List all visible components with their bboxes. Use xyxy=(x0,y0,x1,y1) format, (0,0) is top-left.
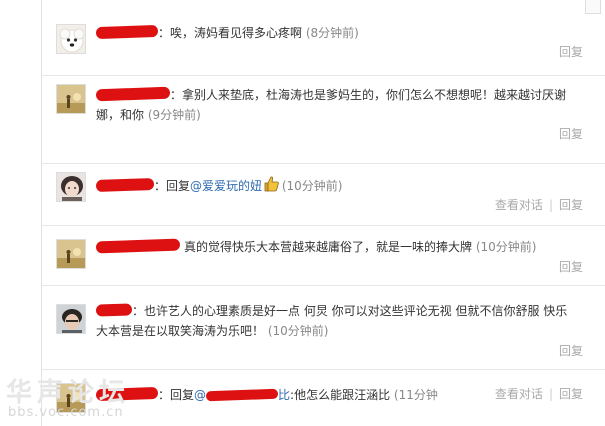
avatar[interactable] xyxy=(56,239,86,269)
comment-time: (8分钟前) xyxy=(305,26,359,40)
comment-text: ：回复@ 比:他怎么能跟汪涵比 (11分钟 xyxy=(96,385,495,405)
mention-link[interactable]: @ 比 xyxy=(194,388,290,402)
reply-link[interactable]: 回复 xyxy=(559,198,583,212)
avatar-girl-photo-image xyxy=(57,173,85,201)
comment-actions: 回复 xyxy=(559,43,583,60)
comment-body: ：也许艺人的心理素质是好一点 何炅 你可以对这些评论无视 但就不信你舒服 快乐大… xyxy=(96,304,568,338)
comment-time: (10分钟前) xyxy=(267,324,329,338)
comment-body: 真的觉得快乐大本营越来越庸俗了，就是一味的捧大牌 xyxy=(184,240,473,254)
redacted-mention xyxy=(205,388,279,402)
watermark-logo: 华声论坛 xyxy=(6,378,131,408)
comment-actions: 查看对话 | 回复 xyxy=(495,196,583,213)
avatar[interactable] xyxy=(56,84,86,114)
comment-text: ：唉，涛妈看见得多心疼啊 (8分钟前) xyxy=(95,23,577,43)
view-conversation-link[interactable]: 查看对话 xyxy=(495,387,543,401)
avatar-sunset-figure-image xyxy=(57,240,85,268)
top-edge xyxy=(0,0,605,14)
comment-item-1: ：唉，涛妈看见得多心疼啊 (8分钟前) 回复 xyxy=(42,14,605,76)
reply-link[interactable]: 回复 xyxy=(559,45,583,59)
comment-text: ：回复@爱爱玩的妞 (10分钟前) xyxy=(95,175,577,196)
scrollbar-stub[interactable] xyxy=(585,0,601,14)
comment-actions: 回复 xyxy=(559,258,583,275)
avatar-boy-photo-image xyxy=(57,305,85,333)
mention-suffix: 比 xyxy=(278,388,291,402)
view-conversation-link[interactable]: 查看对话 xyxy=(495,198,543,212)
redacted-username[interactable] xyxy=(95,303,133,317)
comment-body: :他怎么能跟汪涵比 xyxy=(290,388,391,402)
reply-link[interactable]: 回复 xyxy=(559,127,583,141)
comment-item-2: ：拿别人来垫底，杜海涛也是爹妈生的，你们怎么不想想呢！越来越讨厌谢娜，和你 (9… xyxy=(42,76,605,164)
avatar[interactable] xyxy=(56,172,86,202)
comment-item-3: ：回复@爱爱玩的妞 (10分钟前) 查看对话 | 回复 xyxy=(42,164,605,226)
watermark-url: bbs.voc.com.cn xyxy=(8,405,124,420)
comment-text: ：拿别人来垫底，杜海涛也是爹妈生的，你们怎么不想想呢！越来越讨厌谢娜，和你 (9… xyxy=(95,85,577,125)
comment-body: ：唉，涛妈看见得多心疼啊 xyxy=(158,26,303,40)
comment-time: (10分钟前) xyxy=(475,240,537,254)
avatar-sunset-figure-image xyxy=(57,85,85,113)
avatar[interactable] xyxy=(56,304,86,334)
reply-link[interactable]: 回复 xyxy=(559,387,583,401)
comment-actions: 回复 xyxy=(559,125,583,142)
comment-time: (9分钟前) xyxy=(147,108,201,122)
comment-actions: 回复 xyxy=(559,342,583,359)
reply-prefix: ：回复 xyxy=(158,388,195,402)
redacted-username[interactable] xyxy=(95,24,159,40)
comment-item-5: ：也许艺人的心理素质是好一点 何炅 你可以对这些评论无视 但就不信你舒服 快乐大… xyxy=(42,286,605,370)
action-separator: | xyxy=(548,387,553,401)
reply-prefix: ：回复 xyxy=(154,179,191,193)
avatar-white-dog-image xyxy=(57,25,85,53)
comment-item-4: 真的觉得快乐大本营越来越庸俗了，就是一味的捧大牌 (10分钟前) 回复 xyxy=(42,226,605,286)
action-separator: | xyxy=(548,198,553,212)
redacted-username[interactable] xyxy=(95,177,155,193)
reply-link[interactable]: 回复 xyxy=(559,260,583,274)
redacted-username[interactable] xyxy=(95,86,171,102)
comment-text: ：也许艺人的心理素质是好一点 何炅 你可以对这些评论无视 但就不信你舒服 快乐大… xyxy=(95,301,577,341)
redacted-username[interactable] xyxy=(95,238,181,254)
comment-time: (11分钟 xyxy=(393,388,438,402)
mention-link[interactable]: @爱爱玩的妞 xyxy=(190,179,262,193)
avatar[interactable] xyxy=(56,24,86,54)
comment-actions: 查看对话 | 回复 xyxy=(495,385,583,402)
comment-time: (10分钟前) xyxy=(281,179,343,193)
reply-link[interactable]: 回复 xyxy=(559,344,583,358)
thumbs-up-emoji-icon xyxy=(262,175,279,192)
comment-text: 真的觉得快乐大本营越来越庸俗了，就是一味的捧大牌 (10分钟前) xyxy=(95,237,577,257)
